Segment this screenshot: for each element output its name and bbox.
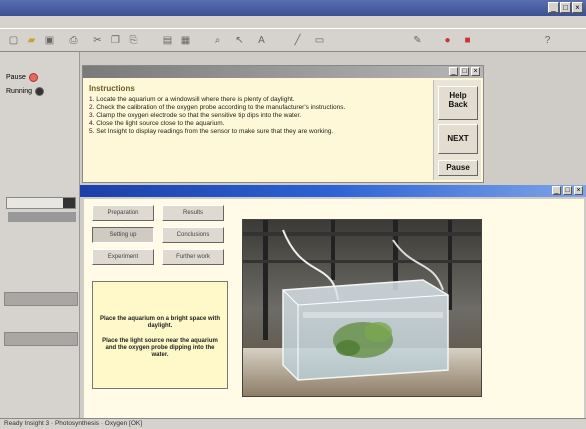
minimize-button[interactable]: _ [548, 2, 559, 13]
new-icon[interactable]: ▢ [6, 33, 21, 47]
running-label: Running [6, 88, 33, 95]
step-5: 5. Set Insight to display readings from … [89, 128, 334, 135]
pause-radio-row[interactable]: Pause [6, 72, 76, 84]
minimize-button[interactable]: _ [552, 186, 561, 195]
message-2: Place the light source near the aquarium… [102, 338, 218, 358]
maximize-button[interactable]: □ [563, 186, 572, 195]
step-2: 2. Check the calibration of the oxygen p… [89, 104, 346, 111]
further-work-button[interactable]: Further work [162, 249, 224, 265]
message-1: Place the aquarium on a bright space wit… [99, 316, 221, 329]
instructions-heading: Instructions [89, 84, 135, 93]
next-button[interactable]: NEXT [438, 124, 478, 154]
save-icon[interactable]: ▣ [42, 33, 57, 47]
aquarium-photo [242, 219, 482, 397]
sensor-list-item[interactable] [8, 212, 76, 222]
maximize-button[interactable]: □ [460, 67, 469, 76]
minimize-button[interactable]: _ [449, 67, 458, 76]
maximize-button[interactable]: □ [560, 2, 571, 13]
zoom-icon[interactable]: ⌕ [210, 33, 225, 47]
toolbar: ▢ ▰ ▣ ⎙ ✂ ❐ ⎘ ▤ ▦ ⌕ ↖ A ╱ ▭ ✎ ● ■ ? [0, 28, 586, 52]
running-radio-icon[interactable] [35, 86, 45, 96]
chart-icon[interactable]: ▤ [160, 33, 175, 47]
app-title-bar: _ □ × [0, 0, 586, 16]
open-folder-icon[interactable]: ▰ [24, 33, 39, 47]
table-icon[interactable]: ▦ [178, 33, 193, 47]
results-button[interactable]: Results [162, 205, 224, 221]
close-button[interactable]: × [471, 67, 480, 76]
back-label: Back [448, 100, 468, 109]
help-back-button[interactable]: Help Back [438, 86, 478, 120]
instructions-side-panel: Help Back NEXT Pause [433, 80, 481, 180]
close-button[interactable]: × [574, 186, 583, 195]
aquarium-photo-image [243, 220, 481, 396]
chevron-down-icon[interactable] [63, 198, 75, 208]
disabled-option-2 [6, 124, 72, 134]
experiment-button[interactable]: Experiment [92, 249, 154, 265]
step-1: 1. Locate the aquarium or a windowsill w… [89, 96, 295, 103]
stop-icon[interactable]: ■ [460, 33, 475, 47]
instructions-steps: 1. Locate the aquarium or a windowsill w… [89, 96, 429, 136]
panel-strip-2 [4, 332, 78, 346]
status-bar: Ready Insight 3 · Photosynthesis · Oxyge… [0, 418, 586, 428]
line-tool-icon[interactable]: ╱ [290, 33, 305, 47]
print-icon[interactable]: ⎙ [66, 33, 81, 47]
pause-label: Pause [6, 74, 26, 81]
pause-button[interactable]: Pause [438, 160, 478, 176]
step-3: 3. Clamp the oxygen electrode so that th… [89, 112, 302, 119]
record-icon[interactable]: ● [440, 33, 455, 47]
cut-icon[interactable]: ✂ [90, 33, 105, 47]
pause-radio-icon[interactable] [28, 72, 38, 82]
running-radio-row[interactable]: Running [6, 86, 76, 98]
experiment-title-bar: _ □ × [80, 185, 586, 197]
step-4: 4. Close the light source close to the a… [89, 120, 225, 127]
experiment-window: _ □ × Preparation Results Setting up Con… [80, 185, 586, 418]
cursor-icon[interactable]: ↖ [232, 33, 247, 47]
close-button[interactable]: × [572, 2, 583, 13]
panel-strip-1 [4, 292, 78, 306]
left-panel: Pause Running [0, 52, 80, 418]
menu-bar [0, 16, 586, 28]
instructions-window: _ □ × Instructions 1. Locate the aquariu… [82, 65, 484, 183]
paste-icon[interactable]: ⎘ [126, 33, 141, 47]
rectangle-tool-icon[interactable]: ▭ [312, 33, 327, 47]
pen-icon[interactable]: ✎ [410, 33, 425, 47]
experiment-body: Preparation Results Setting up Conclusio… [84, 199, 584, 418]
message-box: Place the aquarium on a bright space wit… [92, 281, 228, 389]
preparation-button[interactable]: Preparation [92, 205, 154, 221]
sensor-select[interactable] [6, 197, 76, 209]
conclusions-button[interactable]: Conclusions [162, 227, 224, 243]
disabled-option-1 [6, 106, 72, 116]
setting-up-button[interactable]: Setting up [92, 227, 154, 243]
copy-icon[interactable]: ❐ [108, 33, 123, 47]
text-tool-icon[interactable]: A [254, 33, 269, 47]
help-icon[interactable]: ? [540, 33, 555, 47]
instructions-title-bar: _ □ × [83, 66, 483, 78]
help-label: Help [449, 91, 467, 100]
